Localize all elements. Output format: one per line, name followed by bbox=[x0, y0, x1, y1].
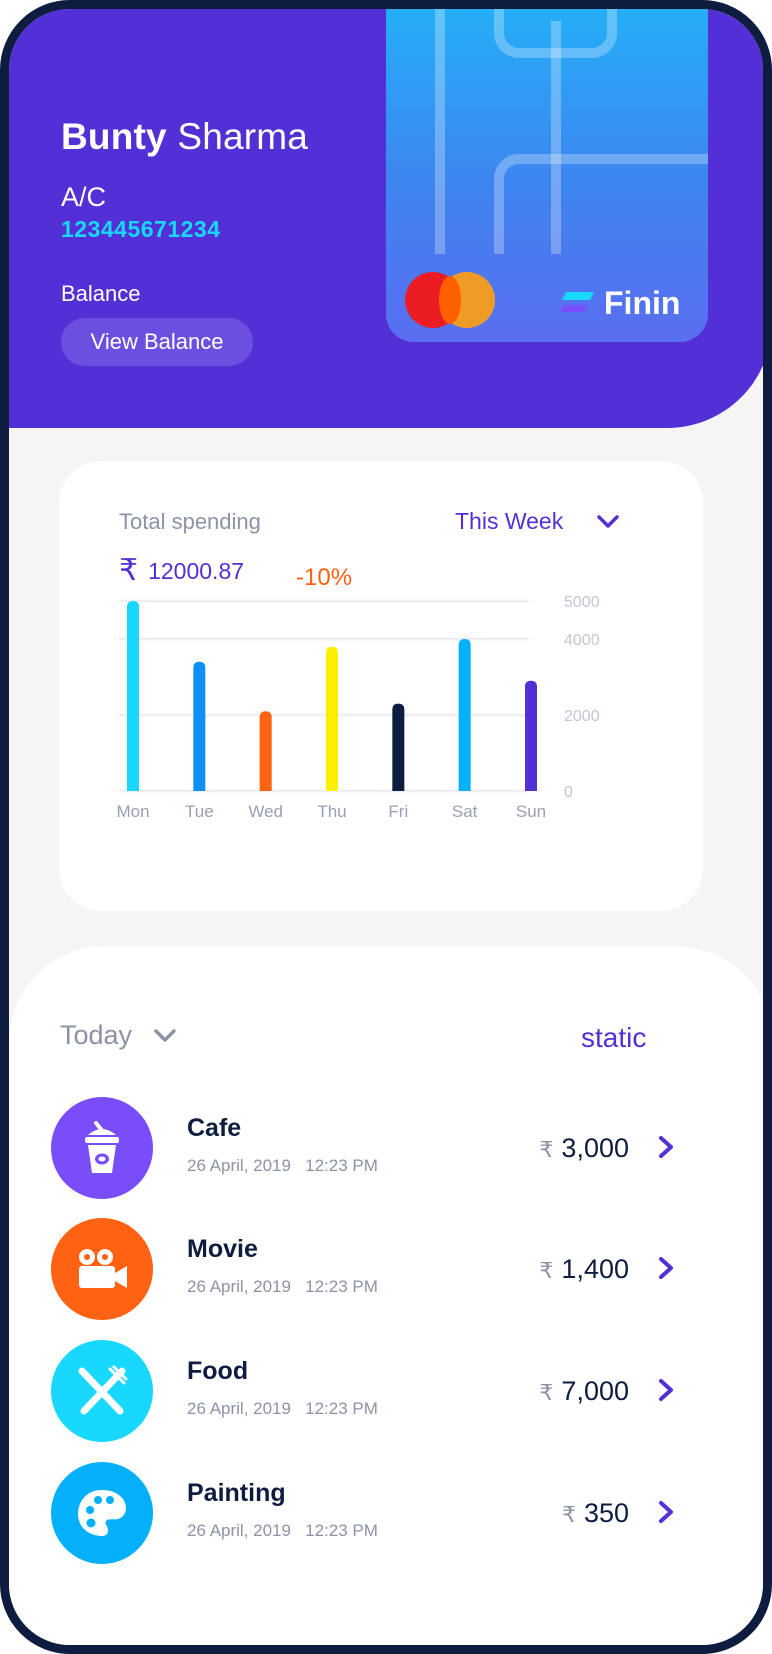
movie-icon-circle bbox=[51, 1218, 153, 1320]
transaction-amount-value: 1,400 bbox=[561, 1254, 629, 1284]
transaction-amount: ₹ 1,400 bbox=[539, 1254, 629, 1285]
transaction-title: Movie bbox=[187, 1235, 258, 1263]
x-tick-label: Sun bbox=[516, 802, 546, 821]
transaction-datetime: 26 April, 2019 12:23 PM bbox=[187, 1399, 378, 1418]
bar-sun[interactable] bbox=[525, 680, 537, 791]
y-tick-label: 0 bbox=[564, 784, 573, 801]
movie-camera-icon bbox=[79, 1249, 127, 1288]
bar-wed[interactable] bbox=[259, 711, 272, 791]
bank-card[interactable]: Finin bbox=[386, 9, 708, 342]
transaction-title: Food bbox=[187, 1357, 249, 1385]
y-tick-label: 2000 bbox=[564, 708, 600, 725]
chevron-right-icon bbox=[659, 1136, 673, 1158]
transaction-row-cafe[interactable]: Cafe 26 April, 2019 12:23 PM ₹ 3,000 bbox=[51, 1097, 711, 1201]
static-link[interactable]: static bbox=[581, 1022, 646, 1054]
date-filter-dropdown[interactable]: Today bbox=[60, 1020, 176, 1051]
user-name: Bunty Sharma bbox=[61, 116, 308, 158]
account-label: A/C bbox=[61, 182, 107, 212]
x-tick-label: Wed bbox=[248, 802, 283, 821]
transaction-row-movie[interactable]: Movie 26 April, 2019 12:23 PM ₹ 1,400 bbox=[51, 1218, 711, 1322]
bar-fri[interactable] bbox=[392, 703, 405, 791]
spending-card: Total spending This Week ₹ 12000.87 -10%… bbox=[59, 461, 703, 911]
x-tick-label: Fri bbox=[388, 802, 408, 821]
x-tick-label: Sat bbox=[452, 802, 478, 821]
y-tick-label: 4000 bbox=[564, 632, 600, 649]
bar-thu[interactable] bbox=[326, 646, 338, 791]
bar-tue[interactable] bbox=[193, 661, 206, 791]
transaction-amount: ₹ 7,000 bbox=[539, 1376, 629, 1407]
view-balance-button[interactable]: View Balance bbox=[61, 318, 253, 366]
transaction-amount: ₹ 350 bbox=[562, 1498, 629, 1529]
bar-sat[interactable] bbox=[458, 639, 471, 791]
account-header: Bunty Sharma A/C 123445671234 Balance Vi… bbox=[9, 9, 763, 428]
transaction-amount-value: 7,000 bbox=[561, 1376, 629, 1406]
date-filter-value: Today bbox=[60, 1020, 133, 1050]
palette-icon bbox=[78, 1490, 126, 1536]
painting-icon-circle bbox=[51, 1462, 153, 1564]
bar-mon[interactable] bbox=[127, 601, 139, 791]
card-brand-name: Finin bbox=[604, 285, 681, 321]
chevron-right-icon bbox=[659, 1257, 673, 1279]
transactions-panel: Today static Cafe 26 April, 2019 12:23 P… bbox=[9, 946, 763, 1645]
rupee-icon: ₹ bbox=[539, 1258, 554, 1283]
transaction-title: Cafe bbox=[187, 1114, 242, 1142]
chevron-down-icon bbox=[154, 1028, 176, 1042]
user-first-name: Bunty bbox=[61, 116, 167, 157]
food-icon-circle bbox=[51, 1340, 153, 1442]
rupee-icon: ₹ bbox=[561, 1502, 576, 1527]
rupee-icon: ₹ bbox=[539, 1380, 554, 1405]
x-tick-label: Thu bbox=[317, 802, 346, 821]
cafe-icon-circle bbox=[51, 1097, 153, 1199]
transaction-amount: ₹ 3,000 bbox=[539, 1133, 629, 1164]
finin-mark-icon bbox=[560, 291, 594, 312]
cafe-cup-icon bbox=[85, 1121, 119, 1173]
phone-frame: Bunty Sharma A/C 123445671234 Balance Vi… bbox=[0, 0, 772, 1654]
balance-label: Balance bbox=[61, 281, 141, 306]
user-last-name: Sharma bbox=[177, 116, 309, 157]
card-brand: Finin bbox=[560, 285, 680, 322]
rupee-icon: ₹ bbox=[539, 1137, 554, 1162]
transaction-datetime: 26 April, 2019 12:23 PM bbox=[187, 1521, 378, 1540]
mastercard-logo bbox=[405, 272, 495, 328]
transaction-datetime: 26 April, 2019 12:23 PM bbox=[187, 1156, 378, 1175]
transaction-amount-value: 350 bbox=[583, 1498, 629, 1528]
transaction-amount-value: 3,000 bbox=[561, 1133, 629, 1163]
transaction-title: Painting bbox=[187, 1479, 286, 1507]
y-tick-label: 5000 bbox=[564, 594, 600, 611]
spending-bar-chart: 0 2000 4000 5000 Mon Tue Wed Thu Fri Sat Sun bbox=[116, 594, 600, 821]
transaction-row-food[interactable]: Food 26 April, 2019 12:23 PM ₹ 7,000 bbox=[51, 1340, 711, 1444]
transaction-row-painting[interactable]: Painting 26 April, 2019 12:23 PM ₹ 350 bbox=[51, 1462, 711, 1566]
chevron-right-icon bbox=[659, 1501, 673, 1523]
transaction-datetime: 26 April, 2019 12:23 PM bbox=[187, 1277, 378, 1296]
x-tick-label: Tue bbox=[185, 802, 214, 821]
account-number: 123445671234 bbox=[61, 216, 221, 242]
fork-knife-icon bbox=[78, 1365, 128, 1415]
x-tick-label: Mon bbox=[116, 802, 149, 821]
chevron-right-icon bbox=[659, 1379, 673, 1401]
